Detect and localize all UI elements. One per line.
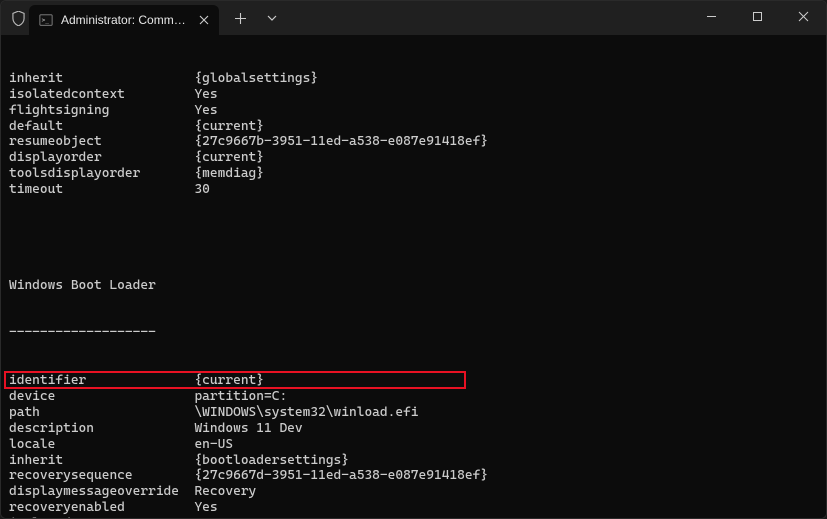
output-value: {current} — [194, 373, 264, 389]
output-value: Recovery — [194, 484, 256, 500]
output-value: {current} — [194, 119, 264, 135]
output-key: inherit — [9, 453, 194, 469]
close-button[interactable] — [780, 1, 826, 31]
output-key: flightsigning — [9, 103, 194, 119]
output-key: recoveryenabled — [9, 500, 194, 516]
output-key: device — [9, 389, 194, 405]
output-value: {27c9667d-3951-11ed-a538-e087e91418ef} — [194, 468, 488, 484]
output-row: flightsigning Yes — [9, 103, 818, 119]
output-row: isolatedcontext Yes — [9, 516, 818, 518]
titlebar: >_ Administrator: Command Pro — [1, 1, 826, 35]
output-key: default — [9, 119, 194, 135]
output-key: displaymessageoverride — [9, 484, 194, 500]
output-row: displaymessageoverride Recovery — [9, 484, 818, 500]
output-row: displayorder {current} — [9, 150, 818, 166]
output-row: description Windows 11 Dev — [9, 421, 818, 437]
output-value: partition=C: — [194, 389, 287, 405]
output-value: en-US — [194, 437, 233, 453]
shield-icon — [11, 10, 25, 26]
section-divider: ------------------- — [9, 325, 156, 341]
output-key: identifier — [9, 373, 194, 389]
new-tab-button[interactable] — [225, 4, 255, 32]
section-header: Windows Boot Loader — [9, 278, 156, 294]
output-value: \WINDOWS\system32\winload.efi — [194, 405, 418, 421]
maximize-button[interactable] — [734, 1, 780, 31]
output-value: Yes — [194, 516, 217, 518]
svg-text:>_: >_ — [42, 17, 50, 24]
output-row: default {current} — [9, 119, 818, 135]
output-value: {27c9667b-3951-11ed-a538-e087e91418ef} — [194, 134, 488, 150]
cmd-icon: >_ — [39, 13, 53, 27]
output-row: isolatedcontext Yes — [9, 87, 818, 103]
output-key: inherit — [9, 71, 194, 87]
output-key: description — [9, 421, 194, 437]
output-key: timeout — [9, 182, 194, 198]
output-row: locale en-US — [9, 437, 818, 453]
output-row: timeout 30 — [9, 182, 818, 198]
output-value: {globalsettings} — [194, 71, 318, 87]
output-value: {bootloadersettings} — [194, 453, 349, 469]
output-key: isolatedcontext — [9, 87, 194, 103]
output-value: {current} — [194, 150, 264, 166]
output-value: Yes — [194, 103, 217, 119]
output-row: resumeobject {27c9667b-3951-11ed-a538-e0… — [9, 134, 818, 150]
output-key: displayorder — [9, 150, 194, 166]
output-key: isolatedcontext — [9, 516, 194, 518]
output-value: Yes — [194, 500, 217, 516]
terminal-output[interactable]: inherit {globalsettings}isolatedcontext … — [1, 35, 826, 518]
tab-title: Administrator: Command Pro — [61, 13, 190, 27]
output-row: path \WINDOWS\system32\winload.efi — [9, 405, 818, 421]
output-key: recoverysequence — [9, 468, 194, 484]
output-value: {memdiag} — [194, 166, 264, 182]
output-row: inherit {globalsettings} — [9, 71, 818, 87]
tab-actions — [225, 4, 287, 32]
output-row: recoverysequence {27c9667d-3951-11ed-a53… — [9, 468, 818, 484]
tab-close-button[interactable] — [198, 12, 211, 28]
output-row: toolsdisplayorder {memdiag} — [9, 166, 818, 182]
active-tab[interactable]: >_ Administrator: Command Pro — [29, 5, 219, 35]
output-value: 30 — [194, 182, 209, 198]
tab-dropdown-button[interactable] — [257, 4, 287, 32]
minimize-button[interactable] — [688, 1, 734, 31]
output-value: Windows 11 Dev — [194, 421, 302, 437]
window-controls — [688, 1, 826, 35]
terminal-window: >_ Administrator: Command Pro — [0, 0, 827, 519]
output-key: resumeobject — [9, 134, 194, 150]
output-key: path — [9, 405, 194, 421]
output-value: Yes — [194, 87, 217, 103]
output-key: toolsdisplayorder — [9, 166, 194, 182]
output-key: locale — [9, 437, 194, 453]
output-row: inherit {bootloadersettings} — [9, 453, 818, 469]
output-row: device partition=C: — [9, 389, 818, 405]
output-row: identifier {current} — [9, 373, 818, 389]
output-row: recoveryenabled Yes — [9, 500, 818, 516]
